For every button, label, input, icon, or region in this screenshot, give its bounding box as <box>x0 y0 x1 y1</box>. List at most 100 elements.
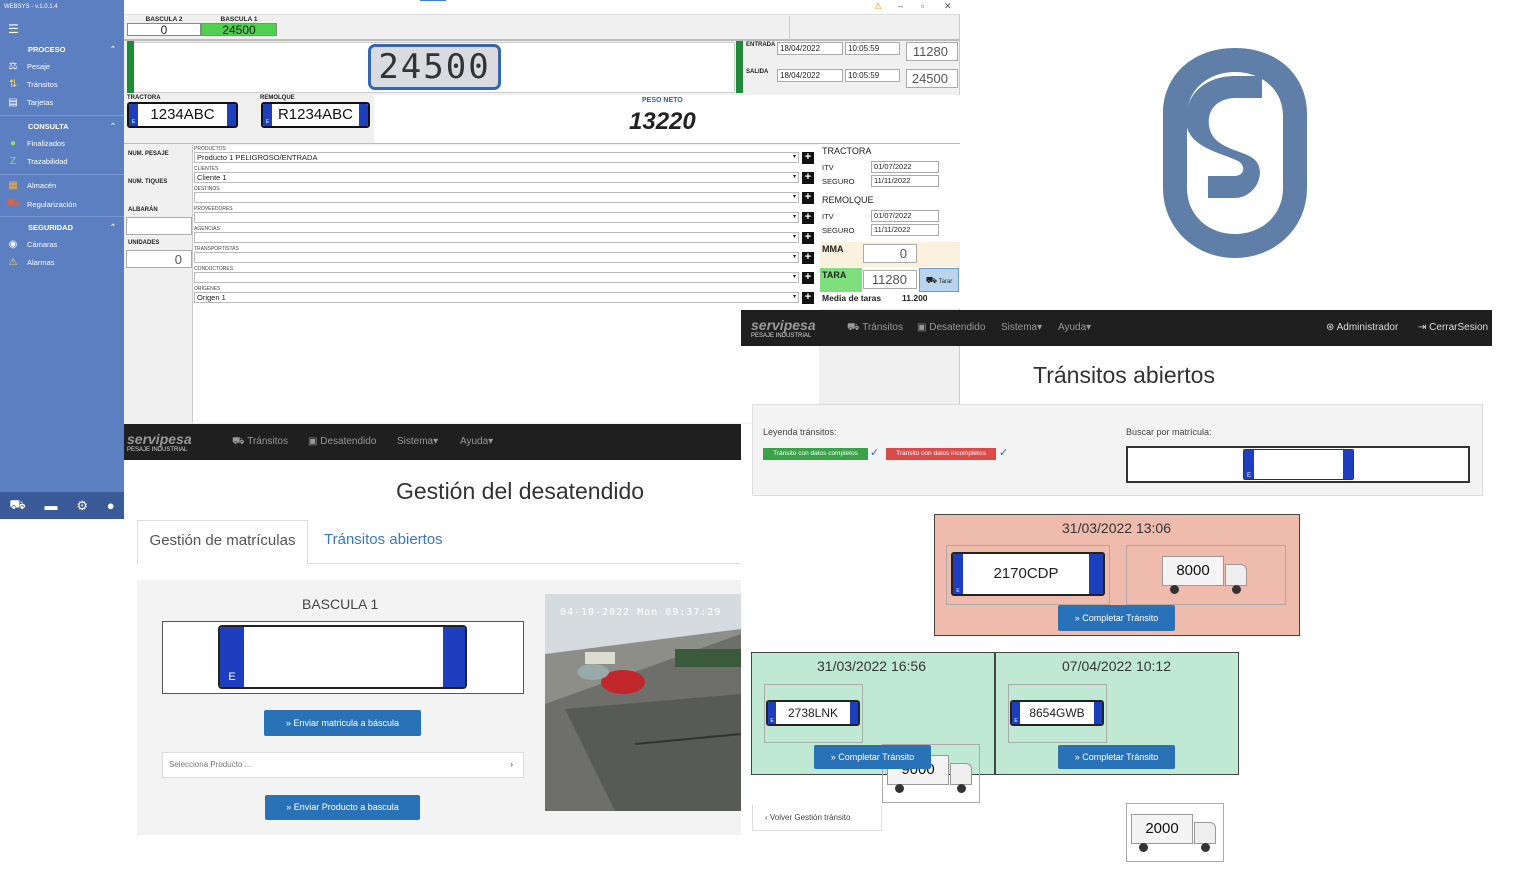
nav-sistema[interactable]: Sistema▾ <box>397 436 438 447</box>
sidebar-item-finalizados[interactable]: ● Finalizados <box>6 138 124 149</box>
product-select[interactable]: Selecciona Producto ... › <box>162 752 524 778</box>
web1-brand[interactable]: servipesa PESAJE INDUSTRIAL <box>127 432 192 454</box>
warning-icon[interactable]: ⚠ <box>874 1 882 12</box>
field-select[interactable]: ▾ <box>194 252 799 263</box>
field-select[interactable]: ▾ <box>194 232 799 243</box>
close-button[interactable]: ✕ <box>944 1 952 12</box>
sidebar-item-regularizacion[interactable]: ⛟ Regularización <box>6 198 124 211</box>
add-button[interactable]: + <box>802 292 814 304</box>
scale-icon: ⚖ <box>8 61 18 72</box>
add-button[interactable]: + <box>802 192 814 204</box>
logout-link[interactable]: ⇥ CerrarSesion <box>1418 322 1488 333</box>
gear-icon[interactable]: ⚙ <box>76 498 88 514</box>
sidebar-item-transitos[interactable]: ⇅ Tránsitos <box>6 79 124 90</box>
remolque-plate[interactable]: E R1234ABC <box>261 102 370 128</box>
maximize-button[interactable]: ▫ <box>921 1 924 11</box>
nav-ayuda[interactable]: Ayuda▾ <box>460 436 493 447</box>
hamburger-icon[interactable]: ☰ <box>8 22 19 36</box>
nav-ayuda[interactable]: Ayuda▾ <box>1058 322 1091 333</box>
plate-input[interactable]: E <box>218 625 467 689</box>
entrada-weight[interactable]: 11280 <box>906 42 958 61</box>
sidebar-item-camaras[interactable]: ◉ Cámaras <box>6 239 124 250</box>
divider <box>124 39 960 41</box>
back-button[interactable]: ‹ Volver Gestión tránsito <box>752 805 882 831</box>
field-row: PROVEEDORES ▾ + <box>194 206 819 224</box>
tab-gestion-matriculas[interactable]: Gestión de matrículas <box>137 520 308 565</box>
field-select[interactable]: Producto 1 PELIGROSO/ENTRADA ▾ <box>194 152 799 163</box>
entrada-time[interactable]: 10:05:59 <box>845 42 900 55</box>
plate-end <box>1343 450 1353 479</box>
salida-time[interactable]: 10:05:59 <box>845 69 900 82</box>
add-button[interactable]: + <box>802 152 814 164</box>
sidebar-item-almacen[interactable]: ▦ Almacén <box>6 180 124 191</box>
salida-date[interactable]: 18/04/2022 <box>777 69 843 82</box>
divider <box>789 16 790 39</box>
minimize-button[interactable]: – <box>898 1 903 11</box>
truck-icon[interactable]: ⛟ <box>9 497 25 515</box>
nav-transitos[interactable]: ⛟ Tránsitos <box>847 322 903 335</box>
remolque-seguro-date[interactable]: 11/11/2022 <box>871 224 939 236</box>
tarar-button[interactable]: ⛟ Tarar <box>919 268 959 292</box>
plate-country: E <box>228 671 236 683</box>
albaran-input[interactable] <box>126 217 192 235</box>
add-button[interactable]: + <box>802 272 814 284</box>
tractora-label: TRACTORA <box>127 95 161 101</box>
user-icon[interactable]: ● <box>107 498 115 513</box>
desktop-main-window: ⚠ – ▫ ✕ BASCULA 2 0 BASCULA 1 24500 2450… <box>124 0 960 424</box>
web2-brand[interactable]: servipesa PESAJE INDUSTRIAL <box>751 318 816 340</box>
tractora-itv-date[interactable]: 01/07/2022 <box>871 161 939 173</box>
truck-cab <box>950 762 972 785</box>
check-icon: ✓ <box>999 447 1009 459</box>
tab-transitos-abiertos[interactable]: Tránsitos abiertos <box>324 531 443 548</box>
brand-sub: PESAJE INDUSTRIAL <box>751 333 812 339</box>
remolque-itv-date[interactable]: 01/07/2022 <box>871 210 939 222</box>
mma-input[interactable]: 0 <box>863 244 917 263</box>
section-proceso[interactable]: PROCESO ⌃ <box>28 45 116 54</box>
complete-transit-button[interactable]: » Completar Tránsito <box>1058 605 1175 631</box>
plate-text-area[interactable] <box>1254 450 1343 479</box>
check-circle-icon: ● <box>9 138 17 149</box>
add-button[interactable]: + <box>802 212 814 224</box>
nav-desatendido[interactable]: ▣ Desatendido <box>917 322 985 333</box>
complete-transit-button[interactable]: » Completar Tránsito <box>814 745 931 769</box>
sidebar-item-alarmas[interactable]: ⚠ Alarmas <box>6 257 124 268</box>
field-select[interactable]: ▾ <box>194 272 799 283</box>
tara-input[interactable]: 11280 <box>863 270 917 289</box>
field-select[interactable]: ▾ <box>194 212 799 223</box>
bascula-2-box[interactable]: BASCULA 2 0 <box>127 16 201 38</box>
divider <box>0 174 124 175</box>
salida-weight[interactable]: 24500 <box>906 69 958 88</box>
sidebar-item-trazabilidad[interactable]: Z Trazabilidad <box>6 156 124 167</box>
field-value: Origen 1 <box>197 293 226 302</box>
sidebar-bottom-bar: ⛟ ▬ ⚙ ● <box>0 492 124 519</box>
entrada-date[interactable]: 18/04/2022 <box>777 42 843 55</box>
field-select[interactable]: ▾ <box>194 192 799 203</box>
plate-country: E <box>1246 473 1251 479</box>
send-plate-button[interactable]: » Enviar matricula a báscula <box>264 710 421 736</box>
nav-transitos[interactable]: ⛟ Tránsitos <box>232 436 288 449</box>
add-button[interactable]: + <box>802 232 814 244</box>
tractora-seguro-date[interactable]: 11/11/2022 <box>871 175 939 187</box>
tractora-plate[interactable]: E 1234ABC <box>127 102 238 128</box>
bascula-1-box[interactable]: BASCULA 1 24500 <box>201 16 277 38</box>
archive-icon[interactable]: ▬ <box>45 498 58 513</box>
sidebar-item-pesaje[interactable]: ⚖ Pesaje <box>6 61 124 72</box>
complete-transit-button[interactable]: » Completar Tránsito <box>1058 745 1175 769</box>
admin-menu[interactable]: ⊛ Administrador <box>1326 322 1398 333</box>
search-plate-input[interactable]: E <box>1243 449 1354 480</box>
logout-icon: ⇥ <box>1418 322 1427 333</box>
sidebar-item-tarjetas[interactable]: ▤ Tarjetas <box>6 97 124 108</box>
send-product-button[interactable]: » Enviar Producto a bascula <box>265 795 420 820</box>
unidades-input[interactable]: 0 <box>126 250 192 268</box>
nav-sistema[interactable]: Sistema▾ <box>1001 322 1042 333</box>
tractora-plate-text: 1234ABC <box>150 106 215 123</box>
add-button[interactable]: + <box>802 252 814 264</box>
field-select[interactable]: Origen 1 ▾ <box>194 292 799 303</box>
section-seguridad[interactable]: SEGURIDAD ⌃ <box>28 223 116 232</box>
plate-text-area[interactable] <box>244 627 443 687</box>
nav-label: Tránsitos <box>862 322 903 333</box>
field-select[interactable]: Cliente 1 ▾ <box>194 172 799 183</box>
nav-desatendido[interactable]: ▣ Desatendido <box>308 436 376 447</box>
section-consulta[interactable]: CONSULTA ⌃ <box>28 122 116 131</box>
add-button[interactable]: + <box>802 172 814 184</box>
